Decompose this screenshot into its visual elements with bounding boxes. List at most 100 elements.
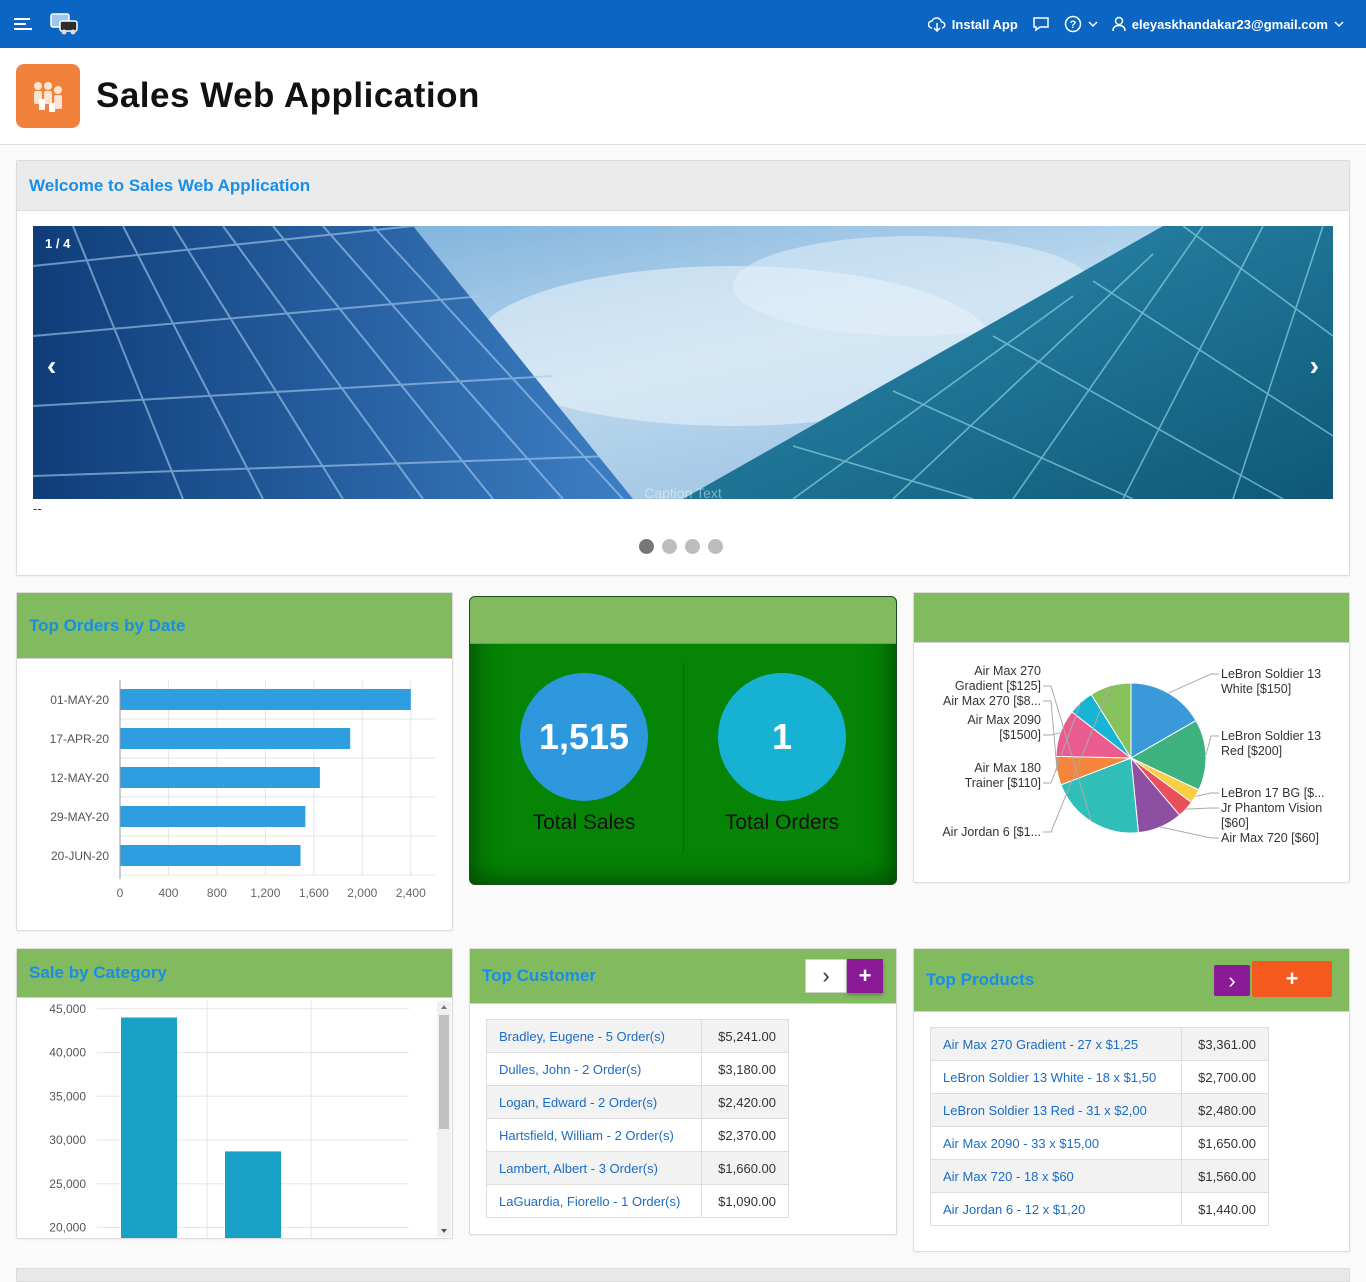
y-tick-label: 35,000 [49, 1089, 86, 1103]
pie-slice-label: LeBron 17 BG [$... [1221, 786, 1325, 800]
slide-caption: Caption Text [644, 485, 722, 499]
customer-next-button[interactable]: › [805, 959, 847, 993]
x-tick-label: 400 [158, 886, 178, 900]
product-row-name-link[interactable]: LeBron Soldier 13 Red - 31 x $2,00 [930, 1093, 1182, 1127]
pie-slice-label: Gradient [$125] [955, 679, 1041, 693]
customer-row-amount: $2,370.00 [701, 1118, 789, 1152]
slide-indicator-dot[interactable] [662, 539, 677, 554]
scroll-down-arrow-icon[interactable] [437, 1225, 451, 1237]
help-menu[interactable]: ? [1064, 15, 1098, 33]
top-customer-region: Top Customer › + Bradley, Eugene - 5 Ord… [469, 948, 897, 1235]
top-products-pie-region: LeBron Soldier 13 White [$150] LeBron Sold… [913, 592, 1350, 883]
slide-indicators [639, 539, 723, 554]
pie-slice-label: White [$150] [1221, 682, 1291, 696]
x-tick-label: 1,200 [250, 886, 280, 900]
pie-leader-line [1185, 807, 1219, 810]
customer-row-name-link[interactable]: Dulles, John - 2 Order(s) [485, 1052, 703, 1086]
y-tick-label: 45,000 [49, 1002, 86, 1016]
previous-slide-button[interactable]: ‹ [47, 352, 56, 380]
slide-indicator-dot[interactable] [708, 539, 723, 554]
pie-slice-label: Trainer [$110] [965, 776, 1041, 790]
user-menu[interactable]: eleyaskhandakar23@gmail.com [1112, 16, 1344, 32]
image-carousel[interactable]: 1 / 4 ‹ › Caption Text [33, 226, 1333, 499]
people-group-icon [34, 82, 62, 112]
pie-slice-label: Air Max 270 [$8... [943, 694, 1041, 708]
customer-row-name-link[interactable]: Hartsfield, William - 2 Order(s) [485, 1118, 703, 1152]
pie-leader-line [1205, 735, 1219, 755]
bar [225, 1151, 281, 1238]
scrollbar-thumb[interactable] [439, 1015, 449, 1129]
product-row-name-link[interactable]: LeBron Soldier 13 White - 18 x $1,50 [930, 1060, 1182, 1094]
customer-row-name-link[interactable]: Lambert, Albert - 3 Order(s) [485, 1151, 703, 1185]
customer-row: Lambert, Albert - 3 Order(s) $1,660.00 [485, 1151, 789, 1185]
pie-slice-label: Air Jordan 6 [$1... [942, 825, 1041, 839]
bar [120, 845, 301, 866]
scroll-up-arrow-icon[interactable] [437, 1001, 451, 1013]
customer-row-amount: $2,420.00 [701, 1085, 789, 1119]
product-row: Air Jordan 6 - 12 x $1,20 $1,440.00 [930, 1192, 1270, 1226]
product-row-amount: $1,440.00 [1180, 1192, 1270, 1226]
pie-slice-label: Jr Phantom Vision [1221, 801, 1322, 815]
product-row-amount: $2,700.00 [1180, 1060, 1270, 1094]
next-region-header [16, 1268, 1350, 1282]
install-app-label: Install App [951, 16, 1018, 32]
slide-indicator-dot[interactable] [639, 539, 654, 554]
y-tick-label: 17-APR-20 [50, 732, 110, 746]
customer-row: LaGuardia, Fiorello - 1 Order(s) $1,090.0… [485, 1184, 789, 1218]
pie-slice-label: LeBron Soldier 13 [1221, 667, 1321, 681]
pie-leader-line [1043, 732, 1061, 736]
bar [120, 728, 351, 749]
app-icon [16, 64, 80, 128]
pie-slice-label: [$60] [1221, 816, 1249, 830]
next-slide-button[interactable]: › [1310, 352, 1319, 380]
y-tick-label: 29-MAY-20 [50, 810, 109, 824]
welcome-region-title: Welcome to Sales Web Application [17, 161, 1349, 211]
pie-region-header [914, 593, 1349, 643]
pie-leader-line [1043, 700, 1058, 771]
product-row: Air Max 720 - 18 x $60 $1,560.00 [930, 1159, 1270, 1193]
product-row-amount: $3,361.00 [1180, 1027, 1270, 1061]
sale-by-category-region: Sale by Category 20,000 25,000 30,000 35,00… [16, 948, 453, 1239]
top-products-table: Air Max 270 Gradient - 27 x $1,25 $3,361.… [930, 1027, 1270, 1226]
total-sales-value: 1,515 [520, 673, 648, 801]
product-row-name-link[interactable]: Air Max 720 - 18 x $60 [930, 1159, 1182, 1193]
product-row: Air Max 270 Gradient - 27 x $1,25 $3,361.… [930, 1027, 1270, 1061]
product-row: LeBron Soldier 13 Red - 31 x $2,00 $2,480… [930, 1093, 1270, 1127]
top-orders-region: Top Orders by Date 0 400 800 1,200 1,600 2,00… [16, 592, 453, 931]
y-tick-label: 20-JUN-20 [51, 849, 109, 863]
pie-slice-label: LeBron Soldier 13 [1221, 729, 1321, 743]
totals-header [470, 597, 896, 644]
x-tick-label: 0 [117, 886, 124, 900]
customer-row-amount: $3,180.00 [701, 1052, 789, 1086]
pie-slice-label: Red [$200] [1221, 744, 1282, 758]
product-row-name-link[interactable]: Air Jordan 6 - 12 x $1,20 [930, 1192, 1182, 1226]
customer-row-name-link[interactable]: Bradley, Eugene - 5 Order(s) [485, 1019, 703, 1053]
customer-add-button[interactable]: + [847, 959, 883, 993]
product-row-name-link[interactable]: Air Max 2090 - 33 x $15,00 [930, 1126, 1182, 1160]
totals-region: 1,515 Total Sales 1 Total Orders [469, 596, 897, 885]
top-orders-title: Top Orders by Date [17, 593, 452, 659]
product-row: LeBron Soldier 13 White - 18 x $1,50 $2,7… [930, 1060, 1270, 1094]
slide-counter: 1 / 4 [45, 236, 71, 251]
bar [121, 1017, 177, 1238]
products-add-button[interactable]: + [1252, 961, 1332, 997]
product-row-amount: $2,480.00 [1180, 1093, 1270, 1127]
product-row-name-link[interactable]: Air Max 270 Gradient - 27 x $1,25 [930, 1027, 1182, 1061]
chart-scrollbar[interactable] [437, 1001, 451, 1237]
bar [120, 767, 320, 788]
sale-by-category-bar-chart: 20,000 25,000 30,000 35,000 40,000 45,000 [49, 1000, 409, 1238]
y-tick-label: 40,000 [49, 1046, 86, 1060]
app-logo-icon[interactable] [48, 12, 80, 36]
products-next-button[interactable]: › [1214, 965, 1250, 996]
customer-row: Hartsfield, William - 2 Order(s) $2,370.0… [485, 1118, 789, 1152]
customer-row-name-link[interactable]: LaGuardia, Fiorello - 1 Order(s) [485, 1184, 703, 1218]
install-app-button[interactable]: Install App [927, 16, 1018, 32]
slide-indicator-dot[interactable] [685, 539, 700, 554]
pie-slice-label: Air Max 270 [974, 664, 1041, 678]
total-orders-label: Total Orders [724, 811, 840, 834]
welcome-region: Welcome to Sales Web Application 1 / 4 ‹… [16, 160, 1350, 576]
hamburger-menu-icon[interactable] [14, 15, 34, 33]
chat-icon[interactable] [1032, 16, 1050, 32]
customer-row-name-link[interactable]: Logan, Edward - 2 Order(s) [485, 1085, 703, 1119]
top-customer-table: Bradley, Eugene - 5 Order(s) $5,241.00 Dul… [485, 1019, 789, 1218]
